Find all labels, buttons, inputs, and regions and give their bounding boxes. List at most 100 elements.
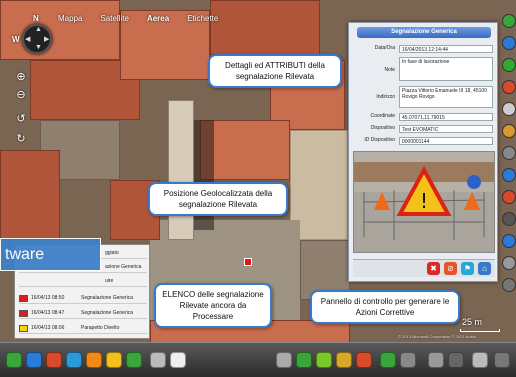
list-item-label: Segnalazione Generica [81,295,133,301]
dock-app-icon[interactable] [502,14,516,28]
device-field[interactable]: Test EVOMATIC [399,125,493,133]
compass-control[interactable]: ▲ ▼ ◀ ▶ [22,24,52,54]
device-id-field[interactable]: 0000001144 [399,137,493,145]
map-type-mappa[interactable]: Mappa [58,14,82,23]
toolbar-tool-icon[interactable] [296,352,312,368]
toolbar-tool-icon[interactable] [494,352,510,368]
rotate-right-icon[interactable]: ↻ [14,132,28,146]
dock-app-icon[interactable] [502,190,516,204]
toolbar-app-icon[interactable] [26,352,42,368]
map-type-bar: Mappa Satellite Aerea Etichette [58,14,218,23]
status-marker [19,295,28,302]
map-type-aerea[interactable]: Aerea [147,14,169,23]
field-label: Note [384,67,395,73]
dock-app-icon[interactable] [502,102,516,116]
dock-app-icon[interactable] [502,146,516,160]
list-item[interactable]: 16/04/13 08:50 Segnalazione Generica [19,293,147,304]
toolbar-tool-icon[interactable] [316,352,332,368]
callout-position: Posizione Geolocalizzata della segnalazi… [148,182,288,216]
address-field[interactable]: Piazza Vittorio Emanuele III 18, 45100 R… [399,86,493,108]
zoom-in-icon[interactable]: ⊕ [14,70,28,84]
map-building [0,150,60,240]
toolbar-app-icon[interactable] [86,352,102,368]
list-item-label: Segnalazione Generica [81,310,133,316]
field-row: Indirizzo Piazza Vittorio Emanuele III 1… [353,86,495,110]
field-label: Data/Ora [374,45,395,51]
dock-app-icon[interactable] [502,124,516,138]
list-item-time: 16/04/13 08:47 [31,310,65,316]
geolocated-report-marker[interactable] [244,258,252,266]
dock-app-icon[interactable] [502,168,516,182]
toolbar-tool-icon[interactable] [448,352,464,368]
toolbar-app-icon[interactable] [46,352,62,368]
pan-up-icon[interactable]: ▲ [35,26,42,33]
screenshot: Mappa Satellite Aerea Etichette N W ▲ ▼ … [0,0,516,377]
pan-right-icon[interactable]: ▶ [44,35,49,43]
dock-app-icon[interactable] [502,80,516,94]
map-copyright: © 2013 Microsoft Corporation © 2013 Noki… [398,334,476,339]
panel-title: Segnalazione Generica [357,27,491,38]
toolbar-tool-icon[interactable] [380,352,396,368]
toolbar-app-icon[interactable] [66,352,82,368]
dock-app-icon[interactable] [502,58,516,72]
callout-control-panel: Pannello di controllo per generare le Az… [310,290,460,324]
pan-left-icon[interactable]: ◀ [25,35,30,43]
toolbar-app-icon[interactable] [106,352,122,368]
home-icon[interactable]: ⌂ [478,262,491,275]
dock-app-icon[interactable] [502,36,516,50]
toolbar-tool-icon[interactable] [400,352,416,368]
status-marker [19,310,28,317]
list-item[interactable]: 16/04/13 08:06 Parapetto Divelto [19,323,147,334]
map-type-satellite[interactable]: Satellite [100,14,128,23]
list-item[interactable]: 16/04/13 08:47 Segnalazione Generica [19,308,147,319]
toolbar-tool-icon[interactable] [356,352,372,368]
delete-icon[interactable]: ✖ [427,262,440,275]
dock-app-icon[interactable] [502,234,516,248]
status-marker [19,325,28,332]
toolbar-app-icon[interactable] [6,352,22,368]
block-icon[interactable]: ⊘ [444,262,457,275]
dock-app-icon[interactable] [502,278,516,292]
list-item-time: 16/04/13 08:50 [31,295,65,301]
field-row: Dispositivo Test EVOMATIC [353,125,495,134]
toolbar-app-icon[interactable] [126,352,142,368]
field-label: Dispositivo [370,125,395,131]
map-type-etichette[interactable]: Etichette [187,14,218,23]
map-tower [168,100,194,240]
notes-field[interactable]: In fase di lavorazione [399,57,493,81]
pan-down-icon[interactable]: ▼ [35,44,42,51]
field-row: ID Dispositivo 0000001144 [353,137,495,146]
list-item-time: 16/04/13 08:06 [31,325,65,331]
toolbar-tool-icon[interactable] [276,352,292,368]
report-photo[interactable]: ! [353,151,495,253]
toolbar-app-icon[interactable] [170,352,186,368]
date-time-field[interactable]: 16/04/2013 12:14:44 [399,45,493,53]
toolbar-app-icon[interactable] [150,352,166,368]
map-scale-label: 25 m [462,317,483,327]
zoom-out-icon[interactable]: ⊖ [14,88,28,102]
coordinates-field[interactable]: 45.07071,11.79015 [399,113,493,121]
list-item[interactable]: uire [19,276,147,287]
toolbar-tool-icon[interactable] [472,352,488,368]
callout-list: ELENCO delle segnalazione Rilevate ancor… [154,283,272,328]
bottom-toolbar [0,342,516,377]
dock-app-icon[interactable] [502,256,516,270]
roadwork-photo-illustration: ! [354,152,494,252]
toolbar-tool-icon[interactable] [336,352,352,368]
rotate-left-icon[interactable]: ↺ [14,112,28,126]
field-label: Coordinate [370,113,395,119]
list-item-label: ggiato [105,250,119,256]
compass-west-label: W [12,35,20,44]
software-label: tware [0,238,101,271]
list-item-label: Parapetto Divelto [81,325,120,331]
list-item-label: uire [105,278,114,284]
field-row: Note In fase di lavorazione [353,57,495,83]
toolbar-tool-icon[interactable] [428,352,444,368]
map-building [0,0,120,60]
flag-icon[interactable]: ⚑ [461,262,474,275]
compass-north-label: N [33,14,39,23]
dock-app-icon[interactable] [502,212,516,226]
map-scale-bar [460,329,500,332]
report-detail-panel: Segnalazione Generica Data/Ora 16/04/201… [348,22,498,282]
panel-action-bar: ✖ ⊘ ⚑ ⌂ [353,259,495,277]
